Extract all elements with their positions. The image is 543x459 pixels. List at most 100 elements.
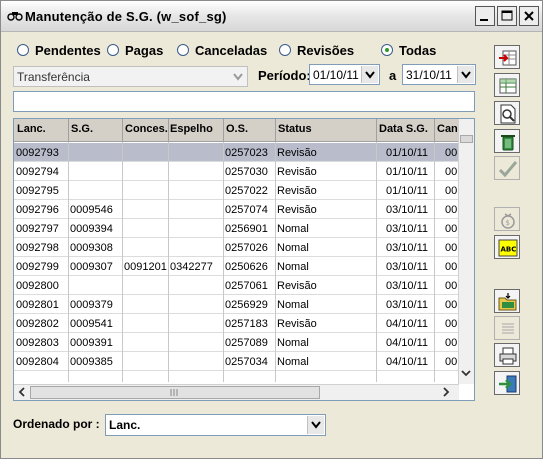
cell-os: 0256901 bbox=[225, 223, 268, 235]
cell-os: 0257183 bbox=[225, 318, 268, 330]
cell-status: Revisão bbox=[277, 185, 317, 197]
minimize-button[interactable] bbox=[475, 6, 495, 26]
vertical-scrollbar[interactable] bbox=[458, 119, 474, 384]
delete-button[interactable] bbox=[494, 129, 520, 153]
cell-sg: 0009379 bbox=[70, 299, 113, 311]
table-row[interactable]: 0092796 0009546 0257074 Revisão 03/10/11 00 bbox=[14, 200, 459, 219]
column-header-conces[interactable]: Conces. bbox=[125, 123, 168, 135]
column-separator[interactable] bbox=[223, 119, 224, 141]
cell-lanc: 0092802 bbox=[16, 318, 59, 330]
search-input[interactable] bbox=[13, 91, 475, 112]
scroll-left-icon[interactable] bbox=[15, 385, 29, 399]
column-separator[interactable] bbox=[68, 119, 69, 141]
period-label: Período: bbox=[258, 68, 311, 83]
radio-pendentes-dot[interactable] bbox=[17, 44, 29, 56]
scroll-down-icon[interactable] bbox=[459, 366, 473, 380]
column-separator[interactable] bbox=[275, 119, 276, 141]
cell-conces: 0091201 bbox=[124, 261, 167, 273]
table-row[interactable]: 0092799 0009307 0091201 0342277 0250626 Nomal… bbox=[14, 257, 459, 276]
cell-can: 00 bbox=[445, 261, 458, 273]
cell-sg: 0009541 bbox=[70, 318, 113, 330]
cell-status: Nomal bbox=[277, 242, 309, 254]
cell-can: 00 bbox=[445, 242, 458, 254]
horizontal-scrollbar[interactable] bbox=[14, 384, 459, 400]
title-bar[interactable]: Manutenção de S.G. (w_sof_sg) bbox=[1, 1, 542, 32]
table-header: Lanc. S.G. Conces. Espelho O.S. Status D… bbox=[14, 119, 474, 142]
radio-pagas-dot[interactable] bbox=[107, 44, 119, 56]
column-header-lanc[interactable]: Lanc. bbox=[17, 123, 46, 135]
preview-button[interactable] bbox=[494, 101, 520, 125]
chevron-down-icon[interactable] bbox=[457, 66, 474, 83]
table-row[interactable]: 0092804 0009385 0257034 Nomal 04/10/11 00 bbox=[14, 352, 459, 371]
table-body: 0092793 0257023 Revisão 01/10/11 00 0092794 02… bbox=[14, 142, 459, 382]
column-divider bbox=[376, 142, 377, 382]
open-folder-button[interactable] bbox=[494, 289, 520, 313]
column-separator[interactable] bbox=[376, 119, 377, 141]
svg-text:ABC: ABC bbox=[501, 246, 517, 254]
cell-os: 0257034 bbox=[225, 356, 268, 368]
close-button[interactable] bbox=[519, 6, 539, 26]
cell-os: 0250626 bbox=[225, 261, 268, 273]
table-row[interactable]: 0092798 0009308 0257026 Nomal 03/10/11 00 bbox=[14, 238, 459, 257]
payment-button[interactable]: $ bbox=[494, 207, 520, 231]
column-header-data-sg[interactable]: Data S.G. bbox=[379, 123, 428, 135]
column-header-sg[interactable]: S.G. bbox=[71, 123, 93, 135]
cell-status: Revisão bbox=[277, 204, 317, 216]
table-row[interactable]: 0092793 0257023 Revisão 01/10/11 00 bbox=[14, 143, 459, 162]
table-row[interactable]: 0092797 0009394 0256901 Nomal 03/10/11 00 bbox=[14, 219, 459, 238]
insert-row-button[interactable] bbox=[494, 45, 520, 69]
table-row[interactable]: 0092801 0009379 0256929 Nomal 03/10/11 00 bbox=[14, 295, 459, 314]
cell-data-sg: 03/10/11 bbox=[386, 223, 429, 235]
table-row[interactable]: 0092800 0257061 Revisão 03/10/11 00 bbox=[14, 276, 459, 295]
cell-status: Nomal bbox=[277, 261, 309, 273]
column-header-espelho[interactable]: Espelho bbox=[170, 123, 213, 135]
cell-lanc: 0092803 bbox=[16, 337, 59, 349]
radio-revisoes-dot[interactable] bbox=[279, 44, 291, 56]
open-folder-icon bbox=[498, 293, 517, 311]
column-divider bbox=[223, 142, 224, 382]
horizontal-scroll-thumb[interactable] bbox=[30, 386, 320, 399]
period-separator-label: a bbox=[389, 68, 397, 83]
confirm-button[interactable] bbox=[494, 156, 520, 180]
cell-can: 00 bbox=[445, 280, 458, 292]
chevron-down-icon[interactable] bbox=[361, 66, 378, 83]
column-separator[interactable] bbox=[434, 119, 435, 141]
radio-canceladas-dot[interactable] bbox=[177, 44, 189, 56]
cell-sg: 0009394 bbox=[70, 223, 113, 235]
column-separator[interactable] bbox=[122, 119, 123, 141]
date-from-picker[interactable]: 01/10/11 bbox=[309, 64, 380, 85]
column-separator[interactable] bbox=[168, 119, 169, 141]
sg-table[interactable]: Lanc. S.G. Conces. Espelho O.S. Status D… bbox=[13, 118, 475, 401]
type-select[interactable]: Transferência bbox=[13, 66, 248, 87]
chevron-down-icon[interactable] bbox=[307, 416, 324, 434]
cell-sg: 0009308 bbox=[70, 242, 113, 254]
cell-lanc: 0092801 bbox=[16, 299, 59, 311]
table-row[interactable]: 0092795 0257022 Revisão 01/10/11 00 bbox=[14, 181, 459, 200]
spellcheck-button[interactable]: ABC bbox=[494, 235, 520, 259]
vertical-scroll-thumb[interactable] bbox=[460, 135, 473, 143]
cell-data-sg: 04/10/11 bbox=[386, 356, 429, 368]
table-row[interactable]: 0092802 0009541 0257183 Revisão 04/10/11 00 bbox=[14, 314, 459, 333]
chevron-down-icon[interactable] bbox=[230, 68, 246, 85]
scroll-right-icon[interactable] bbox=[439, 385, 453, 399]
edit-grid-button[interactable] bbox=[494, 73, 520, 97]
table-row[interactable]: 0092803 0009391 0257089 Nomal 04/10/11 00 bbox=[14, 333, 459, 352]
print-button[interactable] bbox=[494, 343, 520, 367]
table-row[interactable]: 0092794 0257030 Revisão 01/10/11 00 bbox=[14, 162, 459, 181]
radio-todas-dot[interactable] bbox=[381, 44, 393, 56]
date-to-picker[interactable]: 31/10/11 bbox=[402, 64, 476, 85]
column-divider bbox=[68, 142, 69, 382]
exit-button[interactable] bbox=[494, 371, 520, 395]
cell-lanc: 0092796 bbox=[16, 204, 59, 216]
column-header-os[interactable]: O.S. bbox=[226, 123, 248, 135]
column-header-status[interactable]: Status bbox=[278, 123, 312, 135]
list-button[interactable] bbox=[494, 316, 520, 340]
column-header-can[interactable]: Can bbox=[437, 123, 458, 135]
sort-select[interactable]: Lanc. bbox=[105, 414, 326, 436]
cell-can: 00 bbox=[445, 166, 458, 178]
cell-os: 0257030 bbox=[225, 166, 268, 178]
maximize-button[interactable] bbox=[497, 6, 517, 26]
cell-data-sg: 01/10/11 bbox=[386, 185, 429, 197]
cell-can: 00 bbox=[445, 356, 458, 368]
cell-os: 0257026 bbox=[225, 242, 268, 254]
